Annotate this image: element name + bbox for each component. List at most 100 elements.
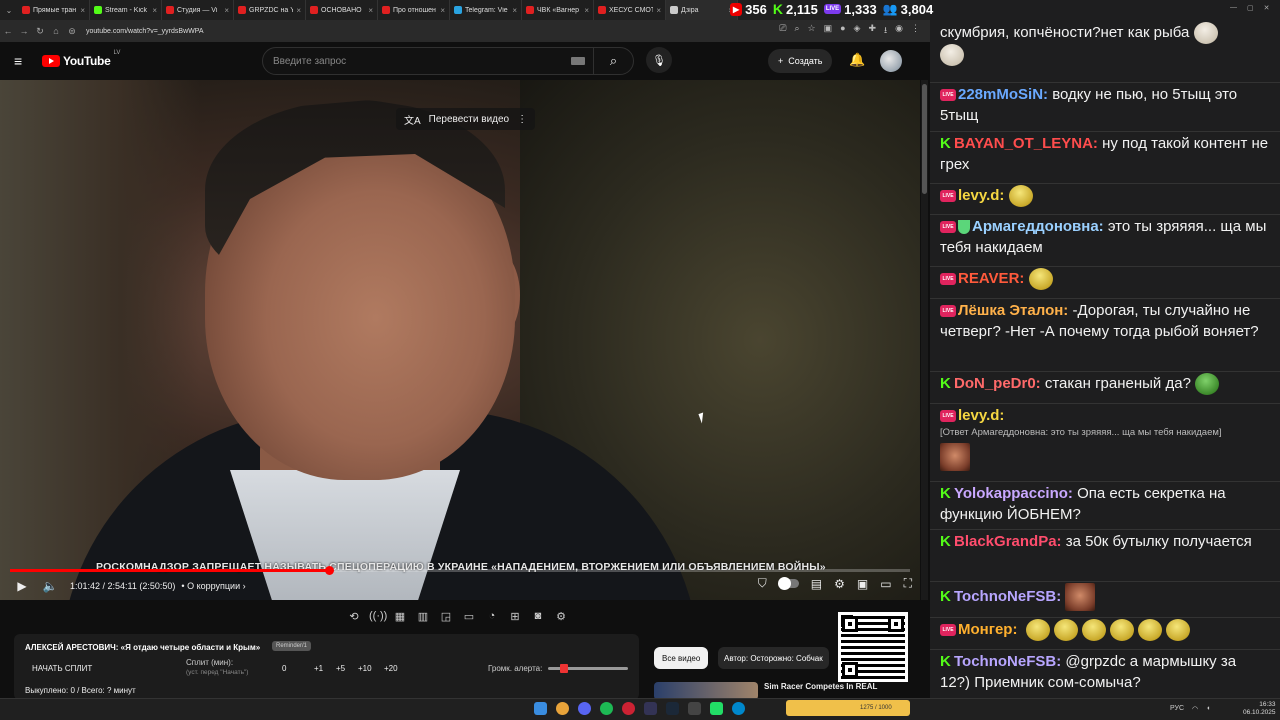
browser-tab[interactable]: Прямые тран × <box>18 0 90 20</box>
chat-nick[interactable]: levy.d: <box>958 187 1004 204</box>
slider-handle[interactable] <box>560 664 568 673</box>
video-player[interactable]: 文A Перевести видео ⋮ РОСКОМНАДЗОР ЗАПРЕЩ… <box>0 80 920 600</box>
reload-icon[interactable]: ↻ <box>32 26 48 37</box>
tray-lang[interactable]: РУС <box>1170 705 1184 713</box>
recommended-video-title[interactable]: Sim Racer Competes In REAL <box>764 682 877 691</box>
taskbar-clock[interactable]: 16:33 06.10.2025 <box>1243 701 1276 717</box>
browser-tab[interactable]: Stream - Kick × <box>90 0 162 20</box>
tab-close-icon[interactable]: × <box>224 6 229 15</box>
steam-icon[interactable] <box>666 702 679 715</box>
back-icon[interactable]: ← <box>0 26 16 36</box>
page-scrollbar[interactable] <box>921 80 928 600</box>
app-icon[interactable] <box>644 702 657 715</box>
extension-icon[interactable]: ● <box>840 23 845 39</box>
split-add-10-button[interactable]: +10 <box>358 664 372 673</box>
home-icon[interactable]: ⌂ <box>48 26 64 36</box>
author-chip[interactable]: Автор: Осторожно: Собчак <box>718 647 829 669</box>
chat-nick[interactable]: 228mMoSiN: <box>958 86 1048 103</box>
chat-nick[interactable]: TochnoNeFSB: <box>954 588 1061 605</box>
loop-icon[interactable]: ⟲ <box>346 610 362 623</box>
tab-close-icon[interactable]: × <box>440 6 445 15</box>
subtitles-icon[interactable]: ▤ <box>811 577 822 591</box>
chrome-icon[interactable] <box>556 702 569 715</box>
close-icon[interactable]: ✕ <box>1264 4 1270 12</box>
browser-tab[interactable]: Про отношен × <box>378 0 450 20</box>
chat-nick[interactable]: Армагеддоновна: <box>972 218 1104 235</box>
picture-in-picture-icon[interactable]: ◲ <box>438 610 454 623</box>
chat-nick[interactable]: BlackGrandPa: <box>954 533 1062 550</box>
tab-close-icon[interactable]: × <box>368 6 373 15</box>
discord-icon[interactable] <box>578 702 591 715</box>
chat-nick[interactable]: Лёшка Эталон: <box>958 302 1068 319</box>
notifications-bell-icon[interactable]: 🔔 <box>849 52 865 68</box>
app-icon[interactable] <box>622 702 635 715</box>
speaker-icon[interactable]: ◖ <box>1206 705 1210 713</box>
start-split-button[interactable]: НАЧАТЬ СПЛИТ <box>32 664 92 673</box>
minimize-icon[interactable]: — <box>1230 4 1237 12</box>
all-videos-chip[interactable]: Все видео <box>654 647 709 669</box>
browser-tab[interactable]: GRPZDC на Y × <box>234 0 306 20</box>
chat-nick[interactable]: Yolokappaccino: <box>954 485 1073 502</box>
browser-tab[interactable]: ОСНОВАНО × <box>306 0 378 20</box>
play-button[interactable]: ▶ <box>8 579 36 593</box>
screenshot-camera-icon[interactable]: ◙ <box>530 610 546 622</box>
chat-nick[interactable]: REAVER: <box>958 270 1024 287</box>
extension-icon[interactable]: ▣ <box>824 23 833 39</box>
spotify-icon[interactable] <box>600 702 613 715</box>
profile-icon[interactable]: ◉ <box>895 23 903 39</box>
telegram-icon[interactable] <box>732 702 745 715</box>
search-input[interactable]: Введите запрос <box>273 56 571 67</box>
tab-close-icon[interactable]: × <box>80 6 85 15</box>
youtube-logo[interactable]: YouTube LV <box>42 50 120 68</box>
maximize-icon[interactable]: ▢ <box>1247 4 1254 12</box>
windows-start-icon[interactable] <box>534 702 547 715</box>
wifi-icon[interactable]: ◠ <box>1192 705 1198 713</box>
voice-search-button[interactable]: 🎙 <box>646 47 672 73</box>
tab-close-icon[interactable]: × <box>152 6 157 15</box>
extension-settings-icon[interactable]: ⚙ <box>553 610 569 623</box>
extension-icon[interactable]: ◈ <box>854 23 861 39</box>
add-icon[interactable]: ⊞ <box>507 610 523 623</box>
app-icon[interactable] <box>710 702 723 715</box>
miniplayer-icon[interactable]: ▣ <box>857 577 868 591</box>
cast-icon[interactable]: ⎚ <box>779 23 786 39</box>
browser-tab[interactable]: ХЕСУС СМОТ × <box>594 0 666 20</box>
url-field[interactable]: youtube.com/watch?v=_yyrdsBwWPA <box>86 28 779 35</box>
hamburger-menu-icon[interactable]: ≡ <box>14 53 34 69</box>
chat-nick[interactable]: DoN_peDr0: <box>954 375 1041 392</box>
settings-gear-icon[interactable]: ⚙ <box>834 577 845 591</box>
account-avatar[interactable] <box>880 50 902 72</box>
search-button[interactable]: ⌕ <box>593 48 633 74</box>
tab-close-icon[interactable]: × <box>296 6 301 15</box>
alert-volume-slider[interactable] <box>548 664 628 673</box>
download-icon[interactable]: ⭳ <box>884 23 887 39</box>
browser-tab[interactable]: ЧВК «Вагнер × <box>522 0 594 20</box>
clapper-icon[interactable]: ▥ <box>415 610 431 623</box>
speed-icon[interactable]: ◔ <box>484 610 500 622</box>
chat-nick[interactable]: BAYAN_OT_LEYNA: <box>954 135 1098 152</box>
tab-close-icon[interactable]: × <box>512 6 517 15</box>
more-options-icon[interactable]: ⋮ <box>517 114 527 125</box>
split-add-20-button[interactable]: +20 <box>384 664 398 673</box>
tab-close-icon[interactable]: × <box>656 6 661 15</box>
site-info-icon[interactable]: ⊜ <box>64 26 80 37</box>
extensions-puzzle-icon[interactable]: ✚ <box>868 23 876 39</box>
split-add-1-button[interactable]: +1 <box>314 664 323 673</box>
browser-tab[interactable]: Telegram: Vie × <box>450 0 522 20</box>
browser-tab[interactable]: Студия — Vi × <box>162 0 234 20</box>
shield-icon[interactable]: ⛉ <box>758 576 767 591</box>
split-add-5-button[interactable]: +5 <box>336 664 345 673</box>
scrollbar-thumb[interactable] <box>922 84 927 194</box>
tab-close-icon[interactable]: × <box>584 6 589 15</box>
screen-icon[interactable]: ▦ <box>392 610 408 623</box>
fullscreen-icon[interactable]: ⛶ <box>904 576 912 591</box>
menu-dots-icon[interactable]: ⋮ <box>911 23 920 39</box>
chat-nick[interactable]: levy.d: <box>958 407 1004 424</box>
keyboard-icon[interactable] <box>571 57 585 65</box>
chat-nick[interactable]: TochnoNeFSB: <box>954 653 1061 670</box>
chat-nick[interactable]: Монгер: <box>958 621 1017 638</box>
theater-mode-icon[interactable]: ▭ <box>880 577 891 591</box>
bookmark-star-icon[interactable]: ☆ <box>807 23 815 39</box>
audio-icon[interactable]: ((·)) <box>369 610 387 622</box>
autoplay-toggle[interactable] <box>777 577 799 590</box>
